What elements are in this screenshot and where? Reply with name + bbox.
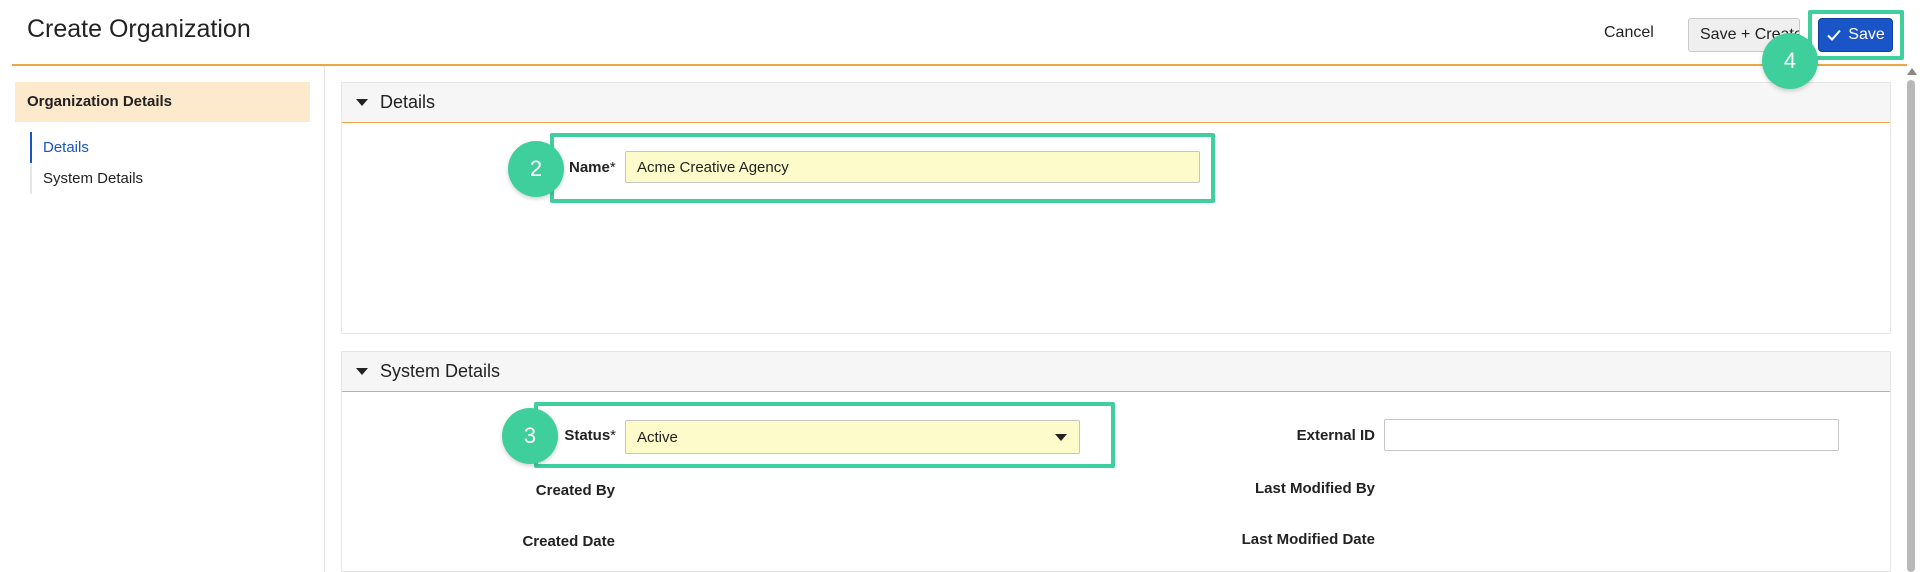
status-select-value: Active xyxy=(637,429,678,446)
collapse-caret-icon xyxy=(356,368,368,375)
step-marker-3: 3 xyxy=(502,408,558,464)
step-marker-4: 4 xyxy=(1762,33,1818,89)
system-details-panel-header[interactable]: System Details xyxy=(342,352,1890,392)
sidebar: Organization Details Details System Deta… xyxy=(0,66,325,572)
external-id-label: External ID xyxy=(1296,427,1375,444)
checkmark-icon xyxy=(1827,29,1842,41)
details-panel: Details xyxy=(341,82,1891,334)
save-button-label: Save xyxy=(1848,26,1885,43)
scrollbar-thumb[interactable] xyxy=(1907,80,1915,572)
status-select[interactable]: Active xyxy=(625,420,1080,454)
details-panel-header[interactable]: Details xyxy=(342,83,1890,123)
system-details-panel-title: System Details xyxy=(380,361,501,381)
sidebar-header: Organization Details xyxy=(15,82,310,122)
sidebar-item-system-details[interactable]: System Details xyxy=(30,163,143,194)
external-id-input[interactable] xyxy=(1384,419,1839,451)
name-label: Name* xyxy=(569,159,616,176)
created-date-label: Created Date xyxy=(522,533,615,550)
scroll-up-arrow-icon[interactable] xyxy=(1907,68,1917,75)
name-input[interactable] xyxy=(625,151,1200,183)
last-modified-date-label: Last Modified Date xyxy=(1241,531,1375,548)
page-title: Create Organization xyxy=(27,15,251,43)
cancel-button[interactable]: Cancel xyxy=(1604,24,1654,42)
collapse-caret-icon xyxy=(356,99,368,106)
step-marker-2: 2 xyxy=(508,141,564,197)
top-bar: Create Organization Cancel Save + Create… xyxy=(0,0,1920,66)
sidebar-nav: Details System Details xyxy=(30,132,143,194)
created-by-label: Created By xyxy=(535,482,615,499)
sidebar-item-details[interactable]: Details xyxy=(30,132,143,163)
vertical-scrollbar[interactable] xyxy=(1906,68,1917,572)
dropdown-arrow-icon xyxy=(1055,434,1067,441)
last-modified-by-label: Last Modified By xyxy=(1254,480,1375,497)
status-label: Status* xyxy=(564,427,616,444)
save-button[interactable]: Save xyxy=(1818,18,1893,52)
details-panel-title: Details xyxy=(380,92,436,112)
